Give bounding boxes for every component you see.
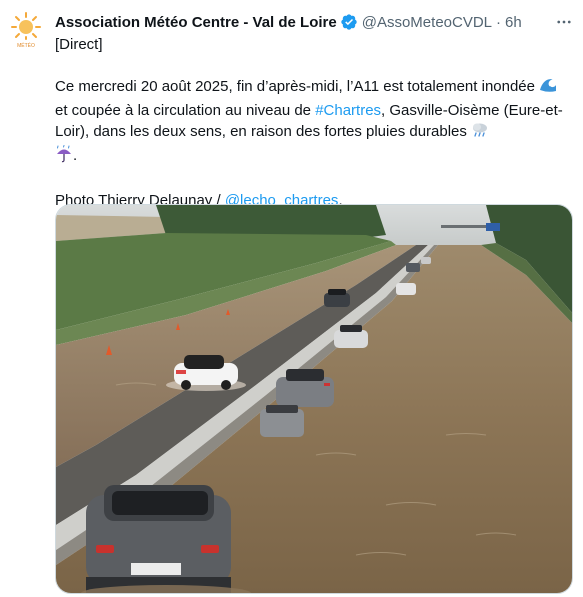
tweet-paragraph: Ce mercredi 20 août 2025, fin d’après-mi…	[55, 76, 571, 169]
wave-emoji-icon	[539, 76, 557, 100]
cloud-rain-icon	[471, 121, 489, 145]
hashtag-link[interactable]: #Chartres	[315, 102, 381, 119]
more-horizontal-icon[interactable]	[553, 11, 575, 33]
tweet-text-part: et coupée à la circulation au niveau de	[55, 102, 316, 119]
avatar-text: MÉTÉO	[17, 42, 35, 49]
timestamp[interactable]: 6h	[505, 14, 522, 31]
separator-dot: ·	[496, 13, 502, 31]
sun-logo-icon: MÉTÉO	[11, 12, 41, 49]
display-name[interactable]: Association Météo Centre - Val de Loire	[55, 14, 337, 31]
grey-suv	[86, 485, 231, 593]
tweet-text-part: Ce mercredi 20 août 2025, fin d’après-mi…	[55, 78, 540, 95]
tweet-text: [Direct] Ce mercredi 20 août 2025, fin d…	[55, 34, 571, 211]
tweet-line-direct: [Direct]	[55, 36, 103, 53]
verified-badge-icon[interactable]	[340, 13, 358, 31]
tweet-text-part: .	[73, 147, 78, 164]
author-handle[interactable]: @AssoMeteoCVDL	[362, 14, 492, 31]
tweet[interactable]: MÉTÉO Association Météo Centre - Val de …	[0, 0, 583, 597]
flooded-highway-photo	[56, 205, 572, 593]
tweet-photo[interactable]	[55, 204, 573, 594]
avatar[interactable]: MÉTÉO	[6, 9, 46, 49]
umbrella-rain-icon	[55, 145, 73, 169]
tweet-header: Association Météo Centre - Val de Loire …	[55, 11, 577, 33]
